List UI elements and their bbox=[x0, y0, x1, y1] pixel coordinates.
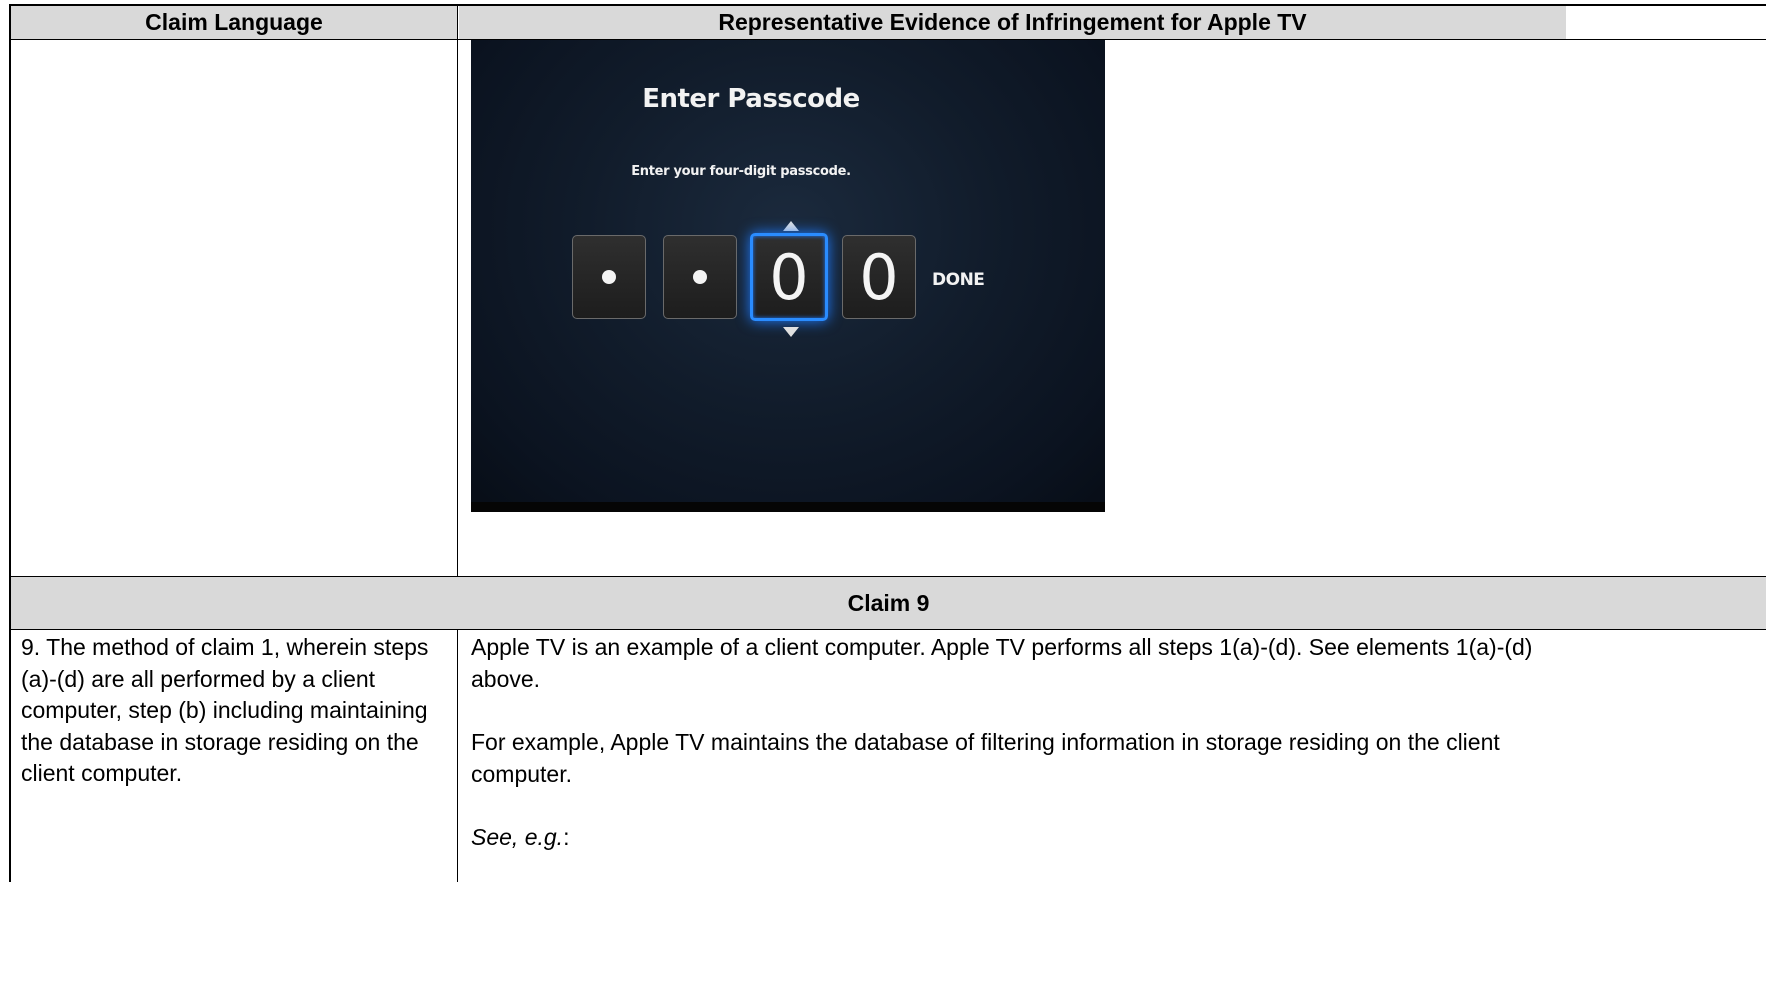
screenshot-bottom-bar bbox=[471, 502, 1105, 512]
claim-9-text: 9. The method of claim 1, wherein steps … bbox=[21, 634, 429, 786]
done-label: DONE bbox=[932, 270, 985, 290]
passcode-title: Enter Passcode bbox=[642, 84, 860, 114]
header-claim-language: Claim Language bbox=[11, 6, 457, 39]
up-arrow-icon bbox=[783, 221, 799, 231]
down-arrow-icon bbox=[783, 327, 799, 337]
column-divider bbox=[457, 4, 458, 577]
table-border-left bbox=[9, 4, 11, 882]
apple-tv-passcode-screenshot: Enter Passcode Enter your four-digit pas… bbox=[471, 40, 1105, 512]
passcode-digit-1 bbox=[572, 235, 646, 319]
evidence-paragraph-1: Apple TV is an example of a client compu… bbox=[471, 634, 1533, 692]
evidence-paragraph-2: For example, Apple TV maintains the data… bbox=[471, 729, 1500, 787]
see-eg-italic: See, e.g. bbox=[471, 824, 564, 850]
claim-row-heading: Claim 9 bbox=[11, 577, 1766, 629]
passcode-digit-3: 0 bbox=[750, 233, 828, 321]
passcode-subtitle: Enter your four-digit passcode. bbox=[631, 164, 851, 179]
column-divider bbox=[457, 629, 458, 882]
header-evidence: Representative Evidence of Infringement … bbox=[459, 6, 1566, 39]
passcode-digit-2 bbox=[663, 235, 737, 319]
passcode-digit-4: 0 bbox=[842, 235, 916, 319]
see-suffix: : bbox=[563, 824, 570, 850]
table-border-top bbox=[9, 4, 1766, 6]
evidence-text: Apple TV is an example of a client compu… bbox=[471, 632, 1556, 854]
row-divider bbox=[9, 629, 1766, 630]
see-reference: See, e.g.: bbox=[471, 822, 1556, 854]
row-divider bbox=[9, 576, 1766, 577]
